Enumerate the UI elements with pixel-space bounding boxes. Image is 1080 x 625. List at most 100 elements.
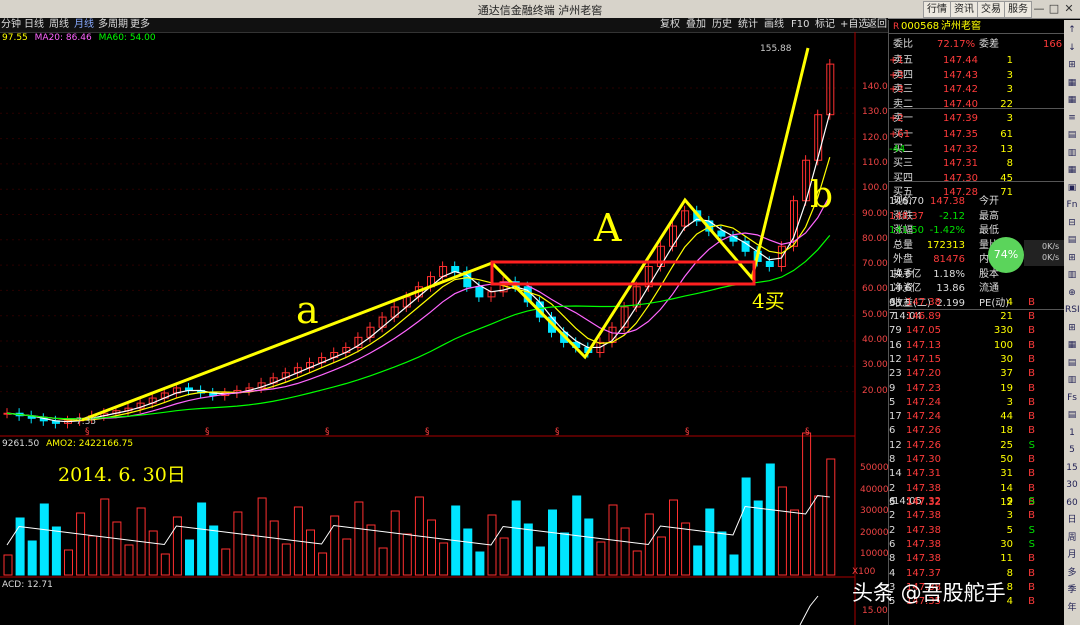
sidebar-item[interactable]: Fs	[1065, 392, 1079, 405]
r-marker: R	[893, 22, 900, 32]
volume-bar	[753, 500, 763, 576]
volume-tick: 50000	[860, 463, 889, 473]
menu-jiaoyi[interactable]: 交易	[977, 1, 1005, 18]
tick-row: 147.38 30 S 6	[889, 538, 1035, 550]
sidebar-item[interactable]: 1	[1065, 427, 1079, 440]
download-speed: 0K/s	[1042, 253, 1060, 262]
quote-panel: R 000568 泸州老窖 委比 72.17% 委差 166 卖五 147.44 1…	[888, 20, 1065, 625]
sidebar-item[interactable]: ⊟	[1065, 217, 1079, 230]
volume-bar	[306, 529, 315, 576]
volume-value: 9261.50	[2, 439, 40, 449]
quote-header: R 000568 泸州老窖	[889, 20, 1065, 34]
sidebar-item[interactable]: ▦	[1065, 94, 1079, 107]
sidebar-item[interactable]: ≡	[1065, 112, 1079, 125]
price-tick: 70.00	[862, 259, 888, 270]
trend-line-a	[81, 261, 493, 422]
volume-bar	[3, 554, 13, 576]
network-badge[interactable]: 74%	[988, 237, 1024, 273]
volume-bar	[221, 548, 231, 576]
volume-bar	[693, 545, 703, 576]
sidebar-item[interactable]: 季	[1065, 584, 1079, 597]
tick-row: 147.30 50 B 8	[889, 454, 1035, 465]
sidebar-item[interactable]: ⊞	[1065, 322, 1079, 335]
price-tick: 110.0	[862, 157, 888, 168]
period-marker: §	[805, 427, 810, 437]
tick-row: 147.38 11 B 8	[889, 553, 1035, 565]
volume-bar	[729, 554, 739, 576]
close-button[interactable]: ✕	[1062, 2, 1076, 15]
ask-row: 卖一 147.39 3 +2	[889, 113, 1013, 124]
menu-fuwu[interactable]: 服务	[1004, 1, 1032, 18]
sidebar-item[interactable]: ▥	[1065, 269, 1079, 282]
high-marker: 155.88	[760, 44, 792, 54]
ma5-line	[6, 112, 831, 423]
sidebar-item[interactable]: ▥	[1065, 147, 1079, 160]
sidebar-item[interactable]: 月	[1065, 549, 1079, 562]
tick-row: 147.20 37 B 23	[889, 368, 1035, 380]
volume-bar	[76, 512, 86, 576]
sidebar-item[interactable]: ⊞	[1065, 252, 1079, 265]
volume-bar	[39, 503, 49, 576]
bid-row: 买二 147.32 13 -44	[889, 143, 1013, 155]
maximize-button[interactable]: □	[1047, 2, 1061, 15]
sidebar-item[interactable]: 年	[1065, 602, 1079, 615]
period-marker: §	[425, 427, 430, 437]
volume-bar	[245, 534, 255, 576]
sidebar-item[interactable]: 60	[1065, 497, 1079, 510]
menu-zixun[interactable]: 资讯	[950, 1, 978, 18]
volume-bar	[826, 458, 836, 576]
sidebar-item[interactable]: ▦	[1065, 339, 1079, 352]
sidebar-item[interactable]: Fn	[1065, 199, 1079, 212]
tick-row: 147.24 44 B 17	[889, 411, 1035, 423]
sidebar-item[interactable]: ▣	[1065, 182, 1079, 195]
menu-hangqing[interactable]: 行情	[923, 1, 951, 18]
sidebar-item[interactable]: 30	[1065, 479, 1079, 492]
sidebar-item[interactable]: ▦	[1065, 77, 1079, 90]
volume-bar	[233, 511, 243, 576]
sidebar-item[interactable]: ▤	[1065, 409, 1079, 422]
sidebar-item[interactable]: ▤	[1065, 357, 1079, 370]
sidebar-item[interactable]: ▦	[1065, 164, 1079, 177]
volume-bar	[88, 535, 98, 576]
sidebar-item[interactable]: 5	[1065, 444, 1079, 457]
volume-bar	[27, 540, 37, 576]
sidebar-item[interactable]: ↑	[1065, 24, 1079, 37]
bid-row: 买四 147.30 45	[893, 172, 1013, 184]
price-tick: 100.0	[862, 183, 888, 194]
sidebar-item[interactable]: 多	[1065, 567, 1079, 580]
period-marker: §	[85, 427, 90, 437]
volume-bar	[535, 546, 545, 576]
sidebar-item[interactable]: ⊕	[1065, 287, 1079, 300]
sidebar-item[interactable]: ⊞	[1065, 59, 1079, 72]
volume-bar	[802, 432, 812, 576]
divider	[888, 309, 1064, 310]
price-tick: 80.00	[862, 233, 888, 244]
tick-row: 147.24 3 B 5	[889, 396, 1035, 408]
sidebar-item[interactable]: RSI	[1065, 304, 1080, 317]
amo-value: AMO2: 2422166.75	[46, 439, 134, 449]
sidebar-item[interactable]: ▥	[1065, 374, 1079, 387]
volume-bar	[790, 509, 799, 576]
sidebar-item[interactable]: 日	[1065, 514, 1079, 527]
candle-body	[475, 286, 484, 298]
divider	[888, 108, 1064, 109]
volume-bar	[269, 520, 279, 576]
sidebar-item[interactable]: ▤	[1065, 129, 1079, 142]
tick-row: 147.31 31 B 14	[889, 468, 1035, 480]
annotation-a: a	[296, 288, 319, 332]
sidebar-item[interactable]: ▤	[1065, 234, 1079, 247]
volume-bar	[51, 526, 61, 576]
tick-row: 147.38 4 B 6	[889, 297, 1035, 308]
volume-bar	[330, 515, 340, 576]
stat-row: 换手 1.18% 股本 14.6亿	[889, 268, 999, 280]
function-sidebar: ↑ ↓ ⊞ ▦ ▦ ≡ ▤ ▥ ▦ ▣ Fn ⊟ ▤ ⊞ ▥ ⊕ RSI ⊞ ▦ ▤ ▥ Fs ▤ 1 5 15 30 60 日周月多季…	[1064, 20, 1080, 625]
sidebar-item[interactable]: 15	[1065, 462, 1079, 475]
minimize-button[interactable]: —	[1032, 2, 1046, 15]
volume-bar	[64, 549, 73, 576]
sidebar-item[interactable]: ↓	[1065, 42, 1079, 55]
sidebar-item[interactable]: 周	[1065, 532, 1079, 545]
period-marker: §	[325, 427, 330, 437]
volume-bar	[548, 509, 557, 576]
volume-bar	[584, 518, 594, 576]
volume-bar	[475, 551, 485, 576]
